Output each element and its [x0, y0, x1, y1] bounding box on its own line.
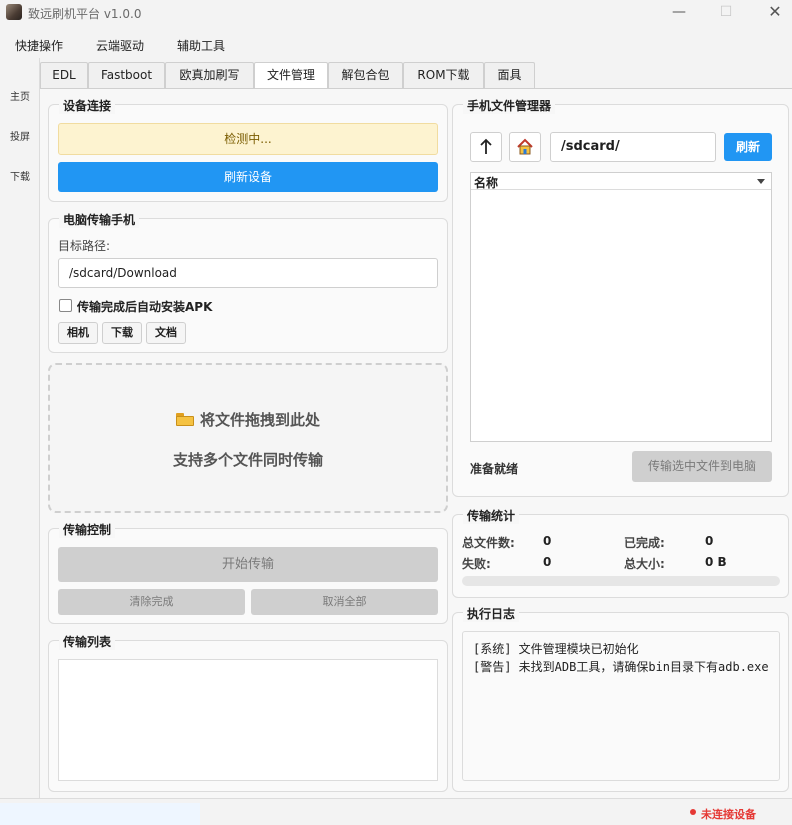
menu-bar: 快捷操作 云端驱动 辅助工具	[0, 30, 792, 58]
phone-path-input[interactable]: /sdcard/	[550, 132, 716, 162]
sidebar-item-download[interactable]: 下载	[0, 168, 40, 183]
shortcut-documents-button[interactable]: 文档	[146, 322, 186, 344]
file-manager-panel: 设备连接 检测中... 刷新设备 电脑传输手机 目标路径: /sdcard/Do…	[40, 88, 792, 798]
auto-install-label: 传输完成后自动安装APK	[77, 300, 213, 314]
maximize-button[interactable]: ☐	[703, 0, 749, 26]
transfer-progress-bar	[462, 576, 780, 586]
sort-arrow-icon	[757, 179, 765, 184]
transfer-list-group: 传输列表	[48, 633, 448, 792]
shortcut-camera-button[interactable]: 相机	[58, 322, 98, 344]
tab-magisk[interactable]: 面具	[484, 62, 535, 89]
shortcut-download-button[interactable]: 下载	[102, 322, 142, 344]
execution-log-title: 执行日志	[463, 605, 520, 622]
start-transfer-button[interactable]: 开始传输	[58, 547, 438, 582]
pc-to-phone-title: 电脑传输手机	[59, 211, 140, 228]
drop-zone-subtitle: 支持多个文件同时传输	[172, 451, 323, 469]
status-bar-left	[0, 803, 200, 825]
target-path-label: 目标路径:	[58, 239, 111, 253]
device-connection-group: 设备连接 检测中... 刷新设备	[48, 97, 448, 202]
drop-zone-text: 将文件拖拽到此处	[199, 411, 320, 429]
window-title: 致远刷机平台 v1.0.0	[28, 7, 142, 21]
clear-completed-button[interactable]: 清除完成	[58, 589, 245, 615]
transfer-stats-group: 传输统计 总文件数: 0 已完成: 0 失败: 0 总大小: 0 B	[452, 507, 789, 598]
pc-to-phone-group: 电脑传输手机 目标路径: /sdcard/Download 传输完成后自动安装A…	[48, 211, 448, 353]
phone-file-manager-title: 手机文件管理器	[463, 97, 556, 114]
name-column-header[interactable]: 名称	[471, 173, 771, 190]
completed-label: 已完成:	[624, 536, 665, 550]
transfer-list[interactable]	[58, 659, 438, 781]
transfer-control-title: 传输控制	[59, 521, 116, 538]
menu-tools[interactable]: 辅助工具	[177, 37, 225, 54]
menu-quick-ops[interactable]: 快捷操作	[15, 37, 63, 54]
tab-rom-download[interactable]: ROM下载	[403, 62, 484, 89]
total-size-label: 总大小:	[624, 557, 665, 571]
phone-file-list[interactable]: 名称	[470, 172, 772, 442]
drop-zone-title: 将文件拖拽到此处	[50, 409, 446, 430]
total-size-value: 0 B	[705, 555, 727, 569]
cancel-all-button[interactable]: 取消全部	[251, 589, 438, 615]
sidebar: 主页 投屏 下载	[0, 58, 40, 798]
target-path-input[interactable]: /sdcard/Download	[58, 258, 438, 288]
refresh-device-button[interactable]: 刷新设备	[58, 162, 438, 192]
tab-fastboot[interactable]: Fastboot	[88, 62, 165, 89]
transfer-to-pc-button[interactable]: 传输选中文件到电脑	[632, 451, 772, 482]
execution-log-group: 执行日志 [系统] 文件管理模块已初始化 [警告] 未找到ADB工具，请确保bi…	[452, 605, 789, 792]
phone-file-manager-group: 手机文件管理器 /sdcard/ 刷新 名称 准备就绪 传输选中文件到电脑	[452, 97, 789, 497]
auto-install-checkbox[interactable]	[59, 299, 72, 312]
sidebar-item-home[interactable]: 主页	[0, 88, 40, 103]
home-icon[interactable]	[509, 132, 541, 162]
tab-edl[interactable]: EDL	[40, 62, 88, 89]
tab-oppo-flash[interactable]: 欧真加刷写	[165, 62, 254, 89]
menu-cloud-driver[interactable]: 云端驱动	[96, 37, 144, 54]
log-line: [系统] 文件管理模块已初始化	[473, 642, 639, 656]
app-logo	[6, 4, 22, 20]
phone-status-text: 准备就绪	[470, 462, 519, 476]
connection-status-dot	[690, 809, 696, 815]
transfer-list-title: 传输列表	[59, 633, 116, 650]
transfer-control-group: 传输控制 开始传输 清除完成 取消全部	[48, 521, 448, 624]
failed-label: 失败:	[462, 557, 491, 571]
total-files-value: 0	[543, 534, 552, 548]
minimize-button[interactable]: —	[656, 0, 702, 26]
completed-value: 0	[705, 534, 714, 548]
tab-file-manager[interactable]: 文件管理	[254, 62, 328, 90]
up-arrow-icon[interactable]	[470, 132, 502, 162]
folder-icon	[175, 413, 194, 426]
execution-log[interactable]: [系统] 文件管理模块已初始化 [警告] 未找到ADB工具，请确保bin目录下有…	[462, 631, 780, 781]
phone-refresh-button[interactable]: 刷新	[724, 133, 772, 161]
connection-status-text: 未连接设备	[701, 808, 756, 821]
name-column-label: 名称	[474, 176, 499, 190]
file-drop-zone[interactable]: 将文件拖拽到此处 支持多个文件同时传输	[48, 363, 448, 513]
failed-value: 0	[543, 555, 552, 569]
status-bar: 未连接设备	[0, 798, 792, 825]
tab-unpack-pack[interactable]: 解包合包	[328, 62, 403, 89]
close-button[interactable]: ✕	[752, 0, 792, 26]
title-bar: 致远刷机平台 v1.0.0 — ☐ ✕	[0, 0, 792, 26]
device-connection-title: 设备连接	[59, 97, 116, 114]
device-status-box: 检测中...	[58, 123, 438, 155]
log-line: [警告] 未找到ADB工具，请确保bin目录下有adb.exe	[473, 660, 769, 674]
transfer-stats-title: 传输统计	[463, 507, 520, 524]
sidebar-item-mirror[interactable]: 投屏	[0, 128, 40, 143]
total-files-label: 总文件数:	[462, 536, 515, 550]
